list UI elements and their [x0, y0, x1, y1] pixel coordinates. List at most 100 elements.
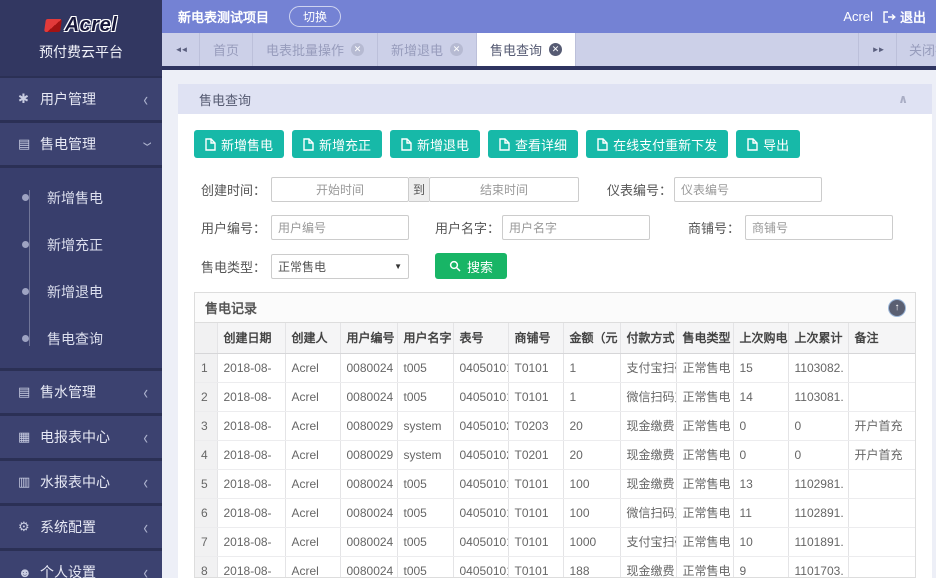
sale-type-select[interactable]: 正常售电 ▼: [271, 254, 409, 279]
sidebar-item-售电管理[interactable]: ▤售电管理‹: [0, 123, 162, 165]
user-no-label: 用户编号：: [194, 218, 266, 237]
sidebar-item-售水管理[interactable]: ▤售水管理‹: [0, 371, 162, 413]
tab-新增退电[interactable]: 新增退电✕: [378, 33, 477, 66]
sidebar-item-水报表中心[interactable]: ▥水报表中心‹: [0, 461, 162, 503]
button-label: 新增售电: [221, 135, 273, 154]
chevron-icon: ‹: [143, 516, 148, 538]
sidebar-item-系统配置[interactable]: ⚙系统配置‹: [0, 506, 162, 548]
main-area: 新电表测试项目 切换 Acrel 退出 ◄◄ 首页电表批量操作✕新增退电✕售电查…: [162, 0, 936, 578]
sidebar-subitem-新增退电[interactable]: 新增退电: [0, 268, 162, 315]
row-index: 8: [195, 556, 217, 578]
row-index: 2: [195, 382, 217, 411]
row-index: 5: [195, 469, 217, 498]
tab-电表批量操作[interactable]: 电表批量操作 ✕: [253, 33, 378, 66]
sidebar-subitem-新增充正[interactable]: 新增充正: [0, 221, 162, 268]
cell: 正常售电: [676, 469, 733, 498]
meter-no-input[interactable]: [674, 177, 822, 202]
sidebar-menu: ✱用户管理‹▤售电管理‹ 新增售电新增充正新增退电售电查询 ▤售水管理‹▦电报表中心…: [0, 76, 162, 578]
cell: 0: [788, 411, 848, 440]
table-row[interactable]: 62018-08-Acrel0080024t00504050101T010110…: [195, 498, 915, 527]
sidebar-subitem-售电查询[interactable]: 售电查询: [0, 315, 162, 362]
cell: 04050101: [453, 382, 508, 411]
table-row[interactable]: 32018-08-Acrel0080029system04050102T0203…: [195, 411, 915, 440]
logout-icon[interactable]: [883, 11, 896, 23]
shop-no-input[interactable]: [745, 215, 893, 240]
table-row[interactable]: 72018-08-Acrel0080024t00504050101T010110…: [195, 527, 915, 556]
cell: 04050101: [453, 498, 508, 527]
user-no-input[interactable]: [271, 215, 409, 240]
switch-project-button[interactable]: 切换: [289, 6, 341, 27]
cell: 微信扫码支: [620, 498, 676, 527]
column-header-表号: 表号: [453, 323, 508, 353]
toolbar-button-查看详细[interactable]: 查看详细: [488, 130, 578, 158]
document-icon: [499, 138, 510, 151]
sidebar-item-个人设置[interactable]: ☻个人设置‹: [0, 551, 162, 578]
table-row[interactable]: 42018-08-Acrel0080029system04050102T0201…: [195, 440, 915, 469]
toolbar-button-导出[interactable]: 导出: [736, 130, 800, 158]
range-join-label: 到: [409, 177, 429, 202]
sidebar-subitem-新增售电[interactable]: 新增售电: [0, 174, 162, 221]
column-header-上次累计: 上次累计: [788, 323, 848, 353]
toolbar-button-新增售电[interactable]: 新增售电: [194, 130, 284, 158]
cell: 微信扫码支: [620, 382, 676, 411]
tab-label: 电表批量操作: [266, 40, 344, 59]
sidebar-item-电报表中心[interactable]: ▦电报表中心‹: [0, 416, 162, 458]
toolbar-button-在线支付重新下发[interactable]: 在线支付重新下发: [586, 130, 728, 158]
table-row[interactable]: 52018-08-Acrel0080024t00504050101T010110…: [195, 469, 915, 498]
collapse-panel-icon[interactable]: ∧: [898, 92, 908, 106]
end-time-input[interactable]: [429, 177, 579, 202]
close-tab-icon[interactable]: ✕: [549, 43, 562, 56]
cell: 0080024: [340, 382, 397, 411]
cell: Acrel: [285, 411, 340, 440]
table-row[interactable]: 12018-08-Acrel0080024t00504050101T01011支…: [195, 353, 915, 382]
cell: 0080029: [340, 411, 397, 440]
cell: 支付宝扫码: [620, 353, 676, 382]
cell: [848, 469, 915, 498]
personal-settings-icon: ☻: [18, 565, 40, 578]
sidebar-subitem-label: 新增退电: [47, 282, 103, 302]
username[interactable]: Acrel: [843, 9, 873, 24]
bullet-icon: [22, 335, 29, 342]
button-label: 在线支付重新下发: [613, 135, 717, 154]
sidebar-item-label: 个人设置: [40, 562, 143, 578]
document-icon: [597, 138, 608, 151]
acrel-logo-icon: [44, 19, 62, 32]
toolbar-button-新增退电[interactable]: 新增退电: [390, 130, 480, 158]
close-operations-button[interactable]: 关闭操作: [896, 33, 936, 66]
sale-type-label: 售电类型：: [194, 257, 266, 276]
column-header-创建人: 创建人: [285, 323, 340, 353]
topbar: 新电表测试项目 切换 Acrel 退出: [162, 0, 936, 33]
table-row[interactable]: 22018-08-Acrel0080024t00504050101T01011微…: [195, 382, 915, 411]
search-button[interactable]: 搜索: [435, 253, 507, 279]
close-tab-icon[interactable]: ✕: [351, 43, 364, 56]
button-label: 新增充正: [319, 135, 371, 154]
logout-button[interactable]: 退出: [900, 7, 926, 26]
records-table: 创建日期创建人用户编号用户名字表号商铺号金额（元付款方式售电类型上次购电上次累计…: [195, 323, 915, 578]
column-header-创建日期: 创建日期: [217, 323, 285, 353]
table-header-row: 创建日期创建人用户编号用户名字表号商铺号金额（元付款方式售电类型上次购电上次累计…: [195, 323, 915, 353]
bullet-icon: [22, 288, 29, 295]
scroll-tabs-left-icon[interactable]: ◄◄: [162, 33, 200, 66]
sidebar-item-用户管理[interactable]: ✱用户管理‹: [0, 78, 162, 120]
column-header-上次购电: 上次购电: [733, 323, 788, 353]
close-tab-icon[interactable]: ✕: [450, 43, 463, 56]
start-time-input[interactable]: [271, 177, 409, 202]
bullet-icon: [22, 194, 29, 201]
user-name-input[interactable]: [502, 215, 650, 240]
column-header-售电类型: 售电类型: [676, 323, 733, 353]
toolbar-button-新增充正[interactable]: 新增充正: [292, 130, 382, 158]
document-icon: [401, 138, 412, 151]
cell: 1103082.: [788, 353, 848, 382]
scroll-tabs-right-icon[interactable]: ►►: [858, 33, 896, 66]
scroll-top-icon[interactable]: ↑: [889, 300, 905, 316]
sale-electric-icon: ▤: [18, 136, 40, 152]
table-row[interactable]: 82018-08-Acrel0080024t00504050101T010118…: [195, 556, 915, 578]
cell: 13: [733, 469, 788, 498]
cell: t005: [397, 353, 453, 382]
cell: Acrel: [285, 469, 340, 498]
cell: 04050102: [453, 440, 508, 469]
cell: T0101: [508, 382, 563, 411]
tab-售电查询[interactable]: 售电查询✕: [477, 33, 576, 66]
tab-首页[interactable]: 首页: [200, 33, 253, 66]
cell: 正常售电: [676, 498, 733, 527]
